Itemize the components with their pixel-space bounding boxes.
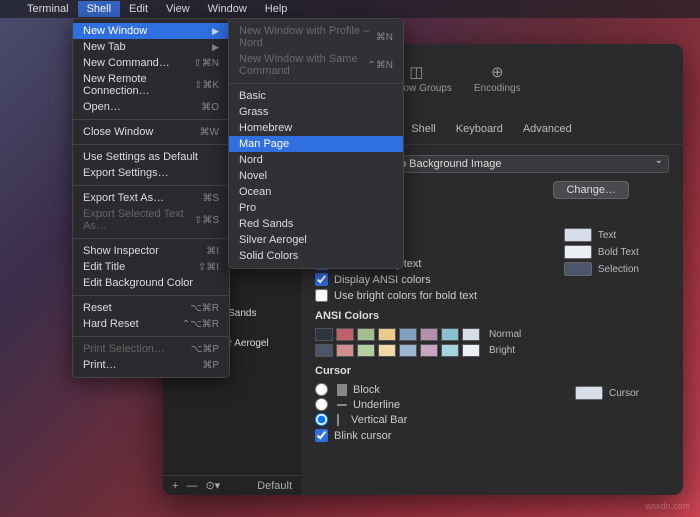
cursor-color-swatch[interactable] (575, 386, 603, 400)
ansi-swatch[interactable] (420, 328, 438, 341)
ansi-swatch[interactable] (357, 344, 375, 357)
underline-icon (337, 404, 347, 406)
chk-label: Use bright colors for bold text (334, 290, 477, 302)
submenu-profile[interactable]: Basic (229, 88, 403, 104)
submenu-profile[interactable]: Solid Colors (229, 248, 403, 264)
ansi-swatch[interactable] (315, 328, 333, 341)
ansi-swatch[interactable] (378, 344, 396, 357)
menubar: Terminal Shell Edit View Window Help (0, 0, 700, 18)
set-default-button[interactable]: Default (254, 480, 295, 492)
ansi-swatch[interactable] (399, 344, 417, 357)
submenu-profile[interactable]: Red Sands (229, 216, 403, 232)
menu-item: Export Selected Text As…⇧⌘S (73, 206, 229, 234)
new-window-submenu: New Window with Profile – Nord⌘NNew Wind… (228, 18, 404, 269)
menu-item[interactable]: New Window▶ (73, 23, 229, 39)
encodings-icon: ⊕ (487, 63, 507, 81)
cursor-vbar-radio[interactable]: Vertical Bar (315, 413, 669, 426)
ansi-normal-row: Normal (315, 328, 669, 341)
tab-keyboard[interactable]: Keyboard (446, 120, 513, 138)
menu-item[interactable]: Use Settings as Default (73, 149, 229, 165)
radio-label: Block (353, 384, 380, 396)
toolbar-encodings[interactable]: ⊕ Encodings (474, 63, 521, 94)
menu-item[interactable]: Reset⌥⌘R (73, 300, 229, 316)
menubar-window[interactable]: Window (199, 1, 256, 17)
radio-label: Vertical Bar (351, 414, 407, 426)
watermark: wsxdn.com (645, 501, 690, 511)
block-icon (337, 384, 347, 396)
tab-shell[interactable]: Shell (401, 120, 445, 138)
menu-item: Print Selection…⌥⌘P (73, 341, 229, 357)
ansi-swatch[interactable] (462, 328, 480, 341)
ansi-swatch[interactable] (399, 328, 417, 341)
swatch-text-label: Text (598, 230, 616, 241)
ansi-swatch[interactable] (378, 328, 396, 341)
submenu-profile[interactable]: Man Page (229, 136, 403, 152)
submenu-header: New Window with Same Command⌃⌘N (229, 51, 403, 79)
swatch-sel-label: Selection (598, 264, 639, 275)
profile-actions-menu[interactable]: ⊙▾ (202, 479, 223, 492)
ansi-bright-row: Bright (315, 344, 669, 357)
submenu-profile[interactable]: Silver Aerogel (229, 232, 403, 248)
ansi-swatch[interactable] (315, 344, 333, 357)
ansi-swatch[interactable] (420, 344, 438, 357)
cursor-swatch-label: Cursor (609, 388, 639, 399)
ansi-swatch[interactable] (357, 328, 375, 341)
menu-item[interactable]: Edit Title⇧⌘I (73, 259, 229, 275)
menubar-view[interactable]: View (157, 1, 199, 17)
menu-item[interactable]: Show Inspector⌘I (73, 243, 229, 259)
selection-color-swatch[interactable] (564, 262, 592, 276)
submenu-profile[interactable]: Ocean (229, 184, 403, 200)
text-color-swatch[interactable] (564, 228, 592, 242)
menu-item[interactable]: Open…⌘O (73, 99, 229, 115)
ansi-row-label: Bright (489, 345, 515, 356)
ansi-swatch[interactable] (462, 344, 480, 357)
ansi-swatch[interactable] (336, 328, 354, 341)
menubar-app[interactable]: Terminal (18, 1, 78, 17)
submenu-profile[interactable]: Grass (229, 104, 403, 120)
swatch-bold-label: Bold Text (598, 247, 639, 258)
vbar-icon (337, 414, 345, 426)
chk-bright[interactable]: Use bright colors for bold text (315, 289, 669, 302)
add-profile-button[interactable]: + (169, 480, 181, 492)
window-groups-icon: ◫ (406, 63, 426, 81)
remove-profile-button[interactable]: — (183, 480, 200, 492)
toolbar-label: Encodings (474, 83, 521, 94)
cursor-blink-chk[interactable]: Blink cursor (315, 429, 669, 442)
tab-advanced[interactable]: Advanced (513, 120, 582, 138)
submenu-profile[interactable]: Novel (229, 168, 403, 184)
background-image-select[interactable]: No Background Image (383, 155, 669, 173)
bold-color-swatch[interactable] (564, 245, 592, 259)
menu-item[interactable]: New Command…⇧⌘N (73, 55, 229, 71)
ansi-swatch[interactable] (441, 328, 459, 341)
menu-item[interactable]: Hard Reset⌃⌥⌘R (73, 316, 229, 332)
submenu-profile[interactable]: Nord (229, 152, 403, 168)
menu-item[interactable]: Close Window⌘W (73, 124, 229, 140)
menu-item[interactable]: Export Text As…⌘S (73, 190, 229, 206)
ansi-row-label: Normal (489, 329, 521, 340)
menu-item[interactable]: Print…⌘P (73, 357, 229, 373)
menu-item[interactable]: Export Settings… (73, 165, 229, 181)
cursor-section-title: Cursor (315, 365, 669, 377)
radio-label: Underline (353, 399, 400, 411)
menu-item[interactable]: New Remote Connection…⇧⌘K (73, 71, 229, 99)
ansi-swatch[interactable] (336, 344, 354, 357)
menu-item[interactable]: Edit Background Color (73, 275, 229, 291)
submenu-profile[interactable]: Pro (229, 200, 403, 216)
submenu-header: New Window with Profile – Nord⌘N (229, 23, 403, 51)
ansi-section-title: ANSI Colors (315, 310, 669, 322)
chk-label: Blink cursor (334, 430, 391, 442)
menubar-shell[interactable]: Shell (78, 1, 120, 17)
menu-item[interactable]: New Tab▶ (73, 39, 229, 55)
chk-label: Display ANSI colors (334, 274, 431, 286)
ansi-swatch[interactable] (441, 344, 459, 357)
change-button[interactable]: Change… (553, 181, 629, 199)
submenu-profile[interactable]: Homebrew (229, 120, 403, 136)
menubar-help[interactable]: Help (256, 1, 297, 17)
menubar-edit[interactable]: Edit (120, 1, 157, 17)
shell-menu-dropdown: New Window▶New Tab▶New Command…⇧⌘NNew Re… (72, 18, 230, 378)
profile-list-toolbar: + — ⊙▾ Default (163, 475, 301, 495)
